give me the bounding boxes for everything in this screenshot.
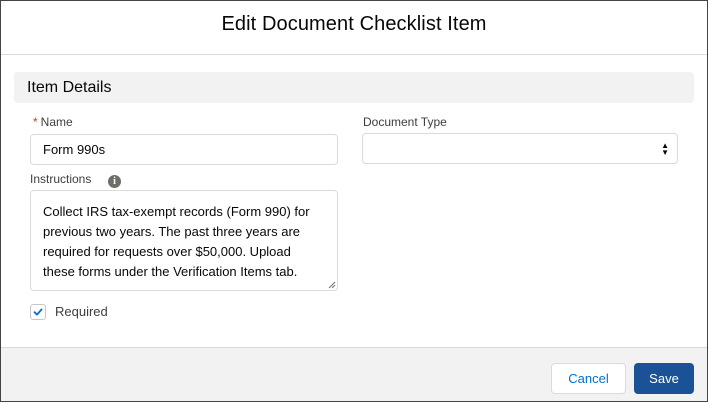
save-button[interactable]: Save xyxy=(634,363,694,394)
instructions-textarea[interactable]: Collect IRS tax-exempt records (Form 990… xyxy=(30,190,338,291)
cancel-button[interactable]: Cancel xyxy=(551,363,626,394)
name-label: * Name xyxy=(33,115,73,129)
instructions-value: Collect IRS tax-exempt records (Form 990… xyxy=(43,204,310,279)
modal-title: Edit Document Checklist Item xyxy=(221,13,487,35)
checkmark-icon xyxy=(33,308,43,316)
document-type-label: Document Type xyxy=(363,115,447,129)
instructions-label: Instructions xyxy=(30,172,92,186)
resize-grip-icon[interactable] xyxy=(328,281,336,289)
name-label-text: Name xyxy=(40,115,73,129)
section-title: Item Details xyxy=(27,78,112,96)
info-icon[interactable]: i xyxy=(108,175,121,188)
name-input[interactable]: Form 990s xyxy=(30,134,338,165)
required-checkbox[interactable] xyxy=(30,304,46,320)
select-arrows-icon: ▲ ▼ xyxy=(661,141,669,157)
modal-header: Edit Document Checklist Item xyxy=(1,1,707,55)
name-input-value: Form 990s xyxy=(43,142,106,157)
required-marker: * xyxy=(33,115,38,129)
edit-item-modal: Edit Document Checklist Item Item Detail… xyxy=(0,0,708,402)
modal-footer: Cancel Save xyxy=(1,347,707,401)
document-type-select[interactable]: ▲ ▼ xyxy=(362,133,678,164)
section-header[interactable]: Item Details xyxy=(14,72,694,103)
required-label: Required xyxy=(55,304,108,319)
